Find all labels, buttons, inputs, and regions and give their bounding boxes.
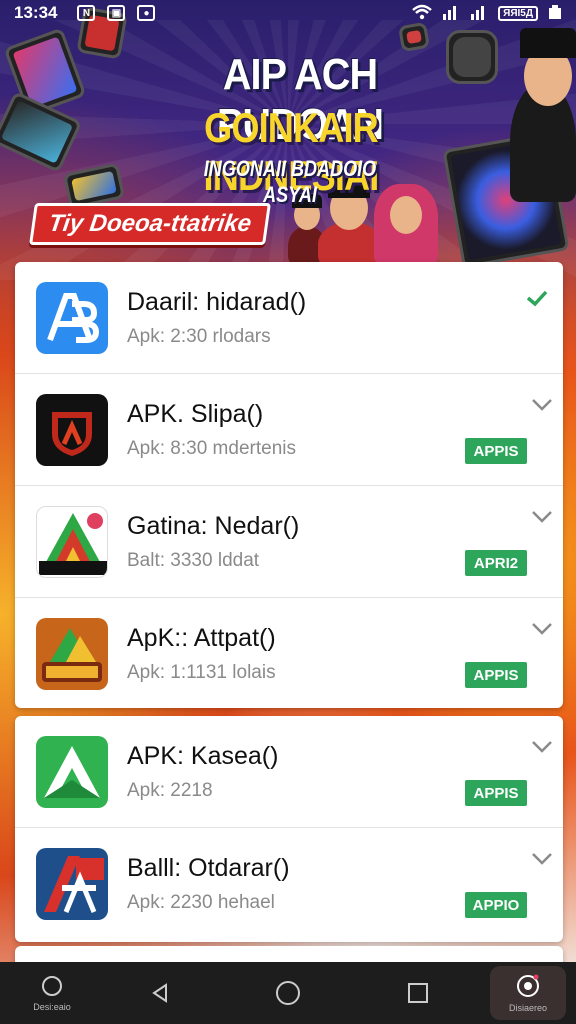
app-meta: Apk: 8:30 mdertenis bbox=[127, 438, 296, 459]
app-list-item[interactable]: APK: Kasea() Apk: 2218 APPIS bbox=[15, 716, 563, 828]
nav-center-button[interactable] bbox=[268, 962, 308, 1024]
app-list-card: Daaril: hidarad() Apk: 2:30 rlodars APK.… bbox=[15, 262, 563, 708]
banner-cta-button[interactable]: Tiy Doeoa-ttatrike bbox=[29, 203, 271, 245]
circle-icon bbox=[42, 976, 62, 996]
app-name: ApK:: Attpat() bbox=[127, 624, 276, 652]
app-name: Balll: Otdarar() bbox=[127, 854, 290, 882]
battery-icon bbox=[548, 4, 562, 23]
nav-active-label: Disiaereo bbox=[508, 1003, 548, 1013]
check-icon bbox=[525, 288, 549, 308]
install-badge[interactable]: APRI2 bbox=[465, 550, 527, 576]
status-time: 13:34 bbox=[14, 3, 58, 22]
install-badge[interactable]: APPIO bbox=[465, 892, 527, 918]
app-name: APK. Slipa() bbox=[127, 400, 264, 428]
nav-back-button[interactable] bbox=[140, 962, 180, 1024]
nav-active-app-button[interactable]: Disiaereo bbox=[490, 966, 566, 1020]
signal-icon bbox=[470, 4, 488, 23]
app-list-item[interactable]: Balll: Otdarar() Apk: 2230 hehael APPIO bbox=[15, 828, 563, 940]
phone-illustration bbox=[446, 30, 498, 84]
app-list-item[interactable]: Gatina: Nedar() Balt: 3330 lddat APRI2 bbox=[15, 486, 563, 598]
navigation-bar: Desi:eaio Disiaereo bbox=[0, 962, 576, 1024]
home-circle-icon bbox=[276, 981, 300, 1005]
app-list-item[interactable]: Daaril: hidarad() Apk: 2:30 rlodars bbox=[15, 262, 563, 374]
red-a-app-icon[interactable] bbox=[36, 848, 108, 920]
app-meta: Apk: 2218 bbox=[127, 780, 213, 801]
app-list-card: APK: Kasea() Apk: 2218 APPIS Balll: Otda… bbox=[15, 716, 563, 942]
chevron-down-icon[interactable] bbox=[531, 740, 552, 756]
chevron-down-icon[interactable] bbox=[531, 398, 552, 414]
chevron-down-icon[interactable] bbox=[531, 852, 552, 868]
app-meta: Apk: 1:1131 lolais bbox=[127, 662, 276, 683]
banner-subtitle: INGONAII BDADOIO ASYAI bbox=[203, 156, 377, 207]
chevron-down-icon[interactable] bbox=[531, 622, 552, 638]
ab-app-icon[interactable] bbox=[36, 282, 108, 354]
nav-home-label: Desi:eaio bbox=[33, 1002, 71, 1012]
game-app-icon[interactable] bbox=[36, 618, 108, 690]
triangle-app-icon[interactable] bbox=[36, 506, 108, 578]
battery-indicator: ЯЯІ5Д bbox=[498, 5, 538, 21]
install-badge[interactable]: APPIS bbox=[465, 780, 527, 806]
signal-icon bbox=[442, 4, 460, 23]
notification-n-icon: N bbox=[77, 5, 96, 21]
green-a-app-icon[interactable] bbox=[36, 736, 108, 808]
nav-recents-button[interactable] bbox=[398, 962, 438, 1024]
shield-app-icon[interactable] bbox=[36, 394, 108, 466]
app-meta: Balt: 3330 lddat bbox=[127, 550, 260, 571]
app-list-item[interactable]: APK. Slipa() Apk: 8:30 mdertenis APPIS bbox=[15, 374, 563, 486]
app-name: Gatina: Nedar() bbox=[127, 512, 300, 540]
app-name: APK: Kasea() bbox=[127, 742, 279, 770]
person-illustration bbox=[520, 28, 576, 58]
app-name: Daaril: hidarad() bbox=[127, 288, 307, 316]
app-meta: Apk: 2:30 rlodars bbox=[127, 326, 271, 347]
nav-home-button[interactable]: Desi:eaio bbox=[30, 962, 74, 1024]
chevron-down-icon[interactable] bbox=[531, 510, 552, 526]
app-meta: Apk: 2230 hehael bbox=[127, 892, 275, 913]
app-icon: ● bbox=[137, 5, 156, 21]
status-bar: 13:34 N ▣ ● ЯЯІ5Д bbox=[0, 0, 576, 26]
wifi-icon bbox=[412, 4, 432, 23]
install-badge[interactable]: APPIS bbox=[465, 662, 527, 688]
install-badge[interactable]: APPIS bbox=[465, 438, 527, 464]
recents-square-icon bbox=[408, 983, 428, 1003]
gallery-icon: ▣ bbox=[107, 5, 126, 21]
back-triangle-icon bbox=[152, 983, 167, 1003]
app-list-item[interactable]: ApK:: Attpat() Apk: 1:1131 lolais APPIS bbox=[15, 598, 563, 710]
camera-icon bbox=[517, 974, 539, 997]
